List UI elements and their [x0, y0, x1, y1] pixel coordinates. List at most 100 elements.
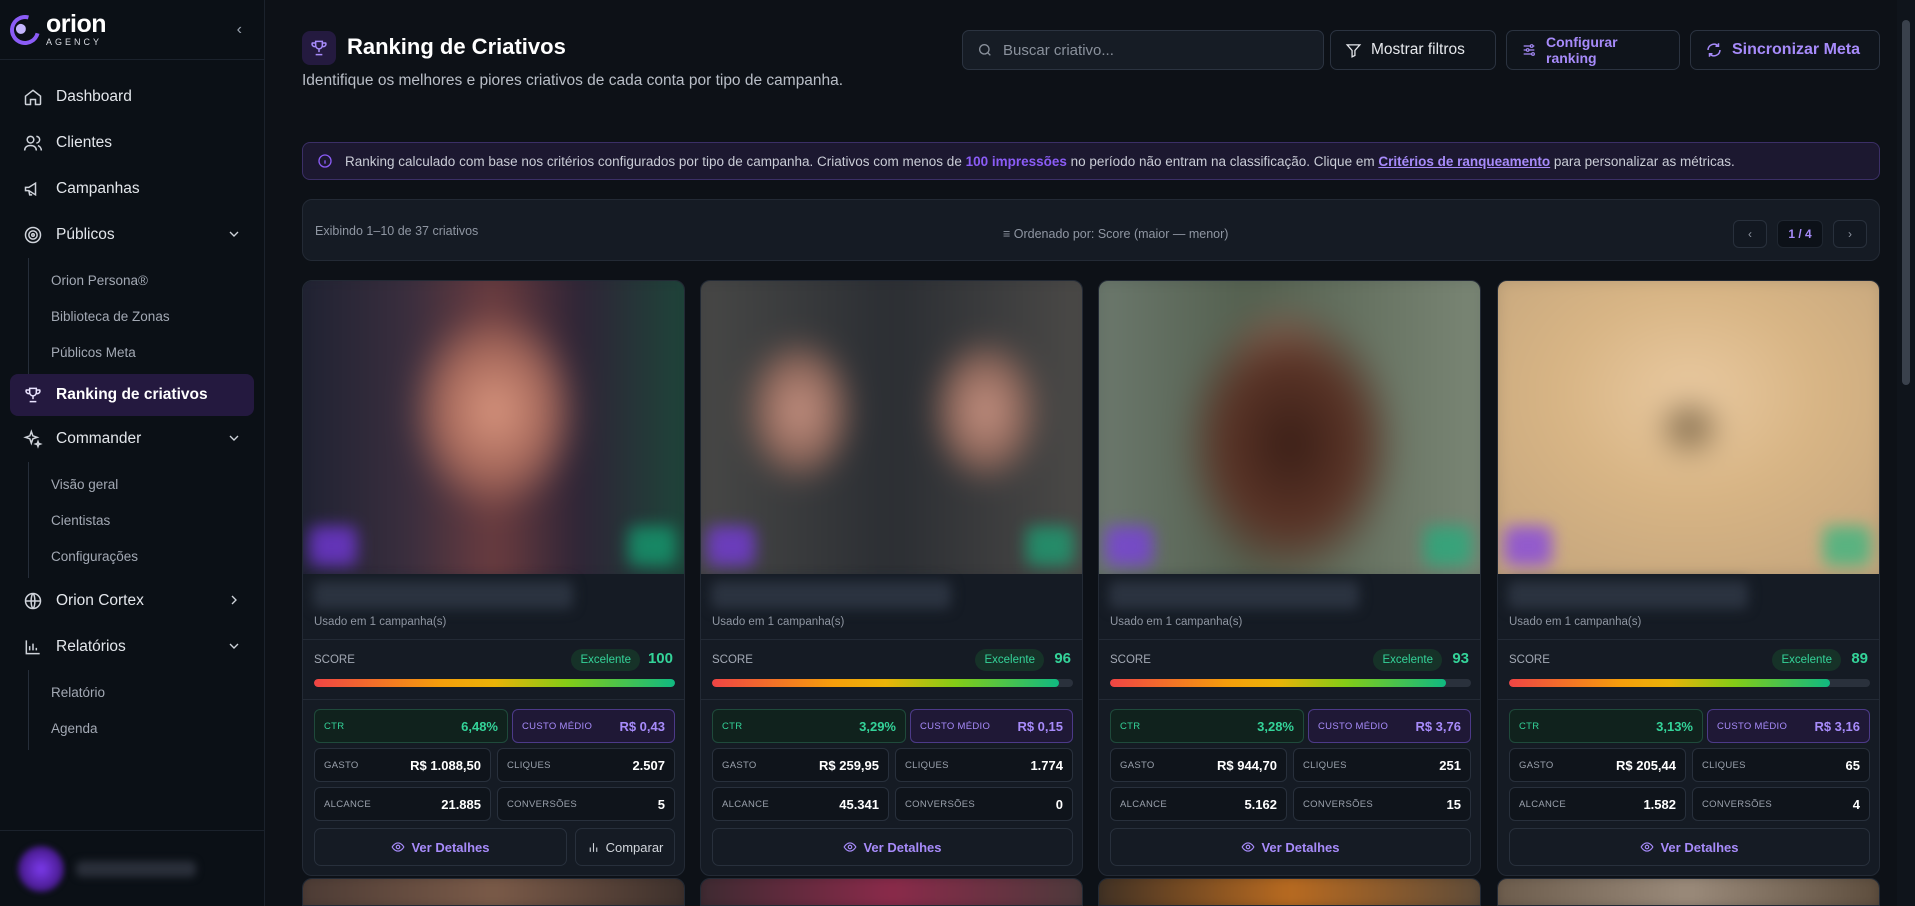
next-page-button[interactable]: ›	[1833, 220, 1867, 248]
sidebar-item-relatorios[interactable]: Relatórios	[0, 624, 264, 670]
sync-meta-label: Sincronizar Meta	[1732, 41, 1861, 58]
creative-name-redacted	[711, 581, 951, 609]
creative-thumbnail[interactable]	[701, 281, 1082, 574]
sidebar-item-label: Commander	[56, 430, 142, 447]
sidebar: orion AGENCY ‹ Dashboard Clientes Campan…	[0, 0, 265, 906]
sidebar-item-orion-cortex[interactable]: Orion Cortex	[0, 578, 264, 624]
metric-value: R$ 3,76	[1415, 718, 1461, 734]
metric-ctr: CTR 3,13%	[1509, 709, 1703, 743]
sidebar-subitem-cientistas[interactable]: Cientistas	[29, 502, 264, 538]
view-details-label: Ver Detalhes	[1261, 839, 1340, 855]
home-icon	[22, 86, 44, 108]
sidebar-subitem-orion-persona[interactable]: Orion Persona®	[29, 262, 264, 298]
metric-value: 45.341	[839, 796, 879, 812]
sync-meta-button[interactable]: Sincronizar Meta	[1690, 30, 1880, 70]
metric-label: CUSTO MÉDIO	[920, 720, 991, 732]
chevron-right-icon[interactable]	[226, 592, 242, 613]
metric-label: GASTO	[1519, 759, 1554, 771]
metric-value: R$ 259,95	[819, 757, 879, 773]
sidebar-item-label: Clientes	[56, 134, 112, 151]
users-icon	[22, 132, 44, 154]
sidebar-item-label: Públicos	[56, 226, 115, 243]
metric-value: 5.162	[1244, 796, 1277, 812]
collapse-sidebar-icon[interactable]: ‹	[237, 21, 242, 39]
metric-value: 251	[1439, 757, 1461, 773]
scrollbar-thumb[interactable]	[1902, 20, 1910, 385]
eye-icon	[391, 840, 405, 854]
creative-thumbnail[interactable]	[303, 281, 684, 574]
sidebar-item-publicos[interactable]: Públicos	[0, 212, 264, 258]
view-details-button[interactable]: Ver Detalhes	[1110, 828, 1471, 866]
user-name-redacted	[76, 860, 196, 877]
sidebar-item-label: Campanhas	[56, 180, 140, 197]
view-details-label: Ver Detalhes	[411, 839, 490, 855]
sidebar-subitem-relatorio[interactable]: Relatório	[29, 674, 264, 710]
sidebar-subitem-publicos-meta[interactable]: Públicos Meta	[29, 334, 264, 370]
sidebar-item-commander[interactable]: Commander	[0, 416, 264, 462]
list-toolbar: Exibindo 1–10 de 37 criativos ≡ Ordenado…	[302, 199, 1880, 261]
bar-chart-icon	[587, 841, 600, 854]
view-details-button[interactable]: Ver Detalhes	[1509, 828, 1870, 866]
main-content: Ranking de Criativos Identifique os melh…	[265, 0, 1897, 906]
compare-button[interactable]: Comparar	[575, 828, 675, 866]
search-input[interactable]	[1003, 41, 1303, 59]
megaphone-icon	[22, 178, 44, 200]
creative-card-peek[interactable]	[302, 878, 685, 906]
creative-card-peek[interactable]	[1098, 878, 1481, 906]
creative-thumbnail[interactable]	[1099, 281, 1480, 574]
sidebar-subitem-agenda[interactable]: Agenda	[29, 710, 264, 746]
eye-icon	[1241, 840, 1255, 854]
commander-submenu: Visão geral Cientistas Configurações	[28, 462, 264, 578]
sidebar-item-campanhas[interactable]: Campanhas	[0, 166, 264, 212]
avatar	[18, 845, 64, 892]
ranking-criteria-link[interactable]: Critérios de ranqueamento	[1378, 154, 1550, 169]
metric-value: 0	[1055, 796, 1063, 812]
creative-thumbnail[interactable]	[1498, 281, 1879, 574]
score-value: 93	[1452, 650, 1469, 667]
metric-value: R$ 3,16	[1814, 718, 1860, 734]
metric-alcance: ALCANCE 1.582	[1509, 787, 1686, 821]
sidebar-item-ranking[interactable]: Ranking de criativos	[10, 374, 254, 416]
sidebar-subitem-visao-geral[interactable]: Visão geral	[29, 466, 264, 502]
info-highlight: 100 impressões	[965, 153, 1067, 169]
score-label: SCORE	[1509, 654, 1550, 666]
score-value: 100	[647, 650, 673, 667]
chevron-down-icon[interactable]	[226, 430, 242, 451]
chevron-down-icon[interactable]	[226, 226, 242, 247]
brand-sub: AGENCY	[46, 37, 103, 47]
show-filters-label: Mostrar filtros	[1371, 41, 1465, 58]
page-subtitle: Identifique os melhores e piores criativ…	[302, 72, 844, 89]
show-filters-button[interactable]: Mostrar filtros	[1330, 30, 1496, 70]
page-scrollbar[interactable]	[1897, 0, 1915, 906]
search-box[interactable]	[962, 30, 1324, 70]
creative-name-redacted	[1109, 581, 1359, 609]
user-profile[interactable]	[0, 830, 265, 906]
creative-card: Usado em 1 campanha(s) SCORE Excelente 9…	[1098, 280, 1481, 876]
creative-card-peek[interactable]	[1497, 878, 1880, 906]
globe-icon	[22, 590, 44, 612]
chevron-down-icon[interactable]	[226, 638, 242, 659]
search-icon	[977, 42, 993, 58]
sort-order[interactable]: ≡ Ordenado por: Score (maior — menor)	[1003, 227, 1228, 241]
sidebar-item-clientes[interactable]: Clientes	[0, 120, 264, 166]
metric-conversoes: CONVERSÕES 5	[497, 787, 675, 821]
sidebar-subitem-biblioteca-zonas[interactable]: Biblioteca de Zonas	[29, 298, 264, 334]
usage-count: Usado em 1 campanha(s)	[1509, 616, 1642, 628]
metric-value: 1.582	[1643, 796, 1676, 812]
sidebar-item-label: Relatórios	[56, 638, 126, 655]
view-details-button[interactable]: Ver Detalhes	[314, 828, 567, 866]
score-bar-fill	[1509, 679, 1831, 687]
compare-label: Comparar	[605, 839, 664, 855]
configure-ranking-button[interactable]: Configurar ranking	[1506, 30, 1680, 70]
score-badge: Excelente	[571, 649, 640, 671]
metric-value: 4	[1852, 796, 1860, 812]
metric-label: CUSTO MÉDIO	[522, 720, 593, 732]
sidebar-item-dashboard[interactable]: Dashboard	[0, 74, 264, 120]
view-details-button[interactable]: Ver Detalhes	[712, 828, 1073, 866]
score-value: 96	[1054, 650, 1071, 667]
prev-page-button[interactable]: ‹	[1733, 220, 1767, 248]
creative-card-peek[interactable]	[700, 878, 1083, 906]
info-part2: no período não entram na classificação. …	[1066, 153, 1379, 169]
brand-logo[interactable]: orion AGENCY ‹	[0, 0, 264, 60]
sidebar-subitem-configuracoes[interactable]: Configurações	[29, 538, 264, 574]
